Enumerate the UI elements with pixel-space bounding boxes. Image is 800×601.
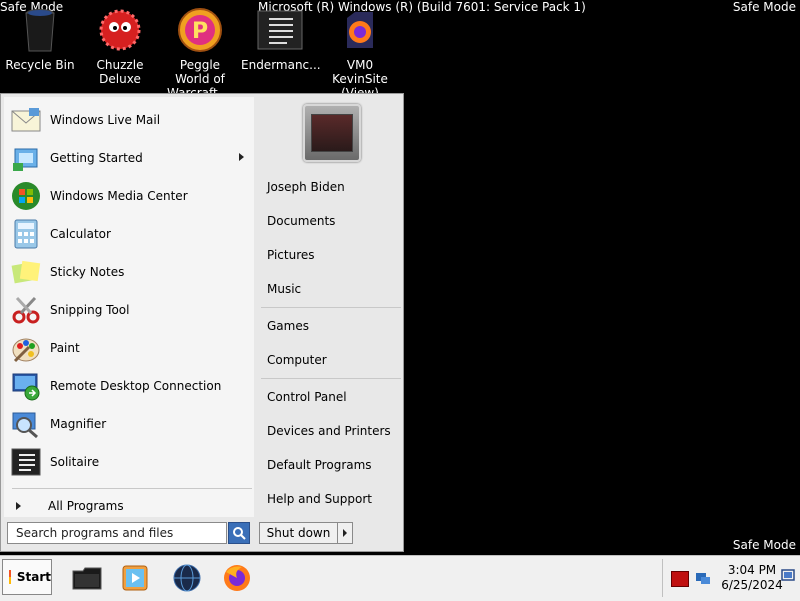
menu-item-help-support[interactable]: Help and Support (267, 489, 372, 509)
program-windows-media-center[interactable]: Windows Media Center (10, 179, 250, 213)
menu-item-default-programs[interactable]: Default Programs (267, 455, 372, 475)
program-label: Solitaire (50, 455, 100, 469)
shutdown-label: Shut down (266, 526, 331, 540)
desktop-icon-label: Recycle Bin (5, 58, 75, 72)
divider (261, 307, 401, 308)
magnifier-icon (10, 408, 42, 440)
user-avatar[interactable] (303, 104, 361, 162)
program-label: Getting Started (50, 151, 143, 165)
sticky-notes-icon (10, 256, 42, 288)
program-label: Windows Live Mail (50, 113, 161, 127)
menu-item-pictures[interactable]: Pictures (267, 245, 315, 265)
system-tray: 3:04 PM 6/25/2024 (662, 559, 799, 597)
taskbar-app-firefox[interactable] (220, 561, 254, 595)
menu-item-documents[interactable]: Documents (267, 211, 335, 231)
desktop-icon-chuzzle[interactable]: Chuzzle Deluxe (81, 6, 159, 86)
paint-icon (10, 332, 42, 364)
svg-text:P: P (192, 19, 208, 44)
shutdown-options-button[interactable] (337, 523, 352, 543)
program-sticky-notes[interactable]: Sticky Notes (10, 255, 250, 289)
show-desktop-icon[interactable] (781, 569, 797, 583)
desktop-icon-label: Endermanc... (241, 58, 321, 72)
document-icon (256, 6, 304, 54)
program-label: Snipping Tool (50, 303, 130, 317)
program-label: Calculator (50, 227, 111, 241)
network-icon[interactable] (695, 571, 711, 585)
program-calculator[interactable]: Calculator (10, 217, 250, 251)
program-label: Magnifier (50, 417, 107, 431)
program-label: Sticky Notes (50, 265, 125, 279)
arrow-right-icon (343, 529, 347, 537)
media-center-icon (10, 180, 42, 212)
scissors-icon (10, 294, 42, 326)
menu-item-devices-printers[interactable]: Devices and Printers (267, 421, 391, 441)
peggle-icon: P (176, 6, 224, 54)
getting-started-icon (10, 142, 42, 174)
taskbar-app-media-player[interactable] (118, 561, 152, 595)
submenu-arrow-icon (239, 153, 244, 161)
search-icon (233, 527, 246, 540)
firefox-icon (336, 6, 384, 54)
program-getting-started[interactable]: Getting Started (10, 141, 250, 175)
desktop-icon-peggle[interactable]: P Peggle World of Warcraft ... (161, 6, 239, 100)
mail-icon (10, 104, 42, 136)
arrow-right-icon (16, 502, 21, 510)
shutdown-button[interactable]: Shut down (259, 522, 353, 544)
menu-item-control-panel[interactable]: Control Panel (267, 387, 347, 407)
program-paint[interactable]: Paint (10, 331, 250, 365)
calculator-icon (10, 218, 42, 250)
action-center-icon[interactable] (671, 571, 689, 587)
safe-mode-label-bottom-right: Safe Mode (732, 538, 796, 552)
program-snipping-tool[interactable]: Snipping Tool (10, 293, 250, 327)
program-solitaire[interactable]: Solitaire (10, 445, 250, 479)
search-button[interactable] (228, 522, 250, 544)
chuzzle-icon (96, 6, 144, 54)
start-button[interactable]: Start (2, 559, 52, 595)
recycle-bin-icon (16, 6, 64, 54)
safe-mode-label-top-right: Safe Mode (732, 0, 796, 14)
folder-icon (72, 567, 102, 590)
program-remote-desktop[interactable]: Remote Desktop Connection (10, 369, 250, 403)
firefox-icon (224, 565, 250, 591)
start-label: Start (16, 570, 51, 584)
menu-item-games[interactable]: Games (267, 316, 309, 336)
program-windows-live-mail[interactable]: Windows Live Mail (10, 103, 250, 137)
divider (12, 488, 252, 489)
search-placeholder: Search programs and files (16, 526, 174, 540)
clock[interactable]: 3:04 PM 6/25/2024 (721, 563, 783, 593)
start-menu-programs-pane: Windows Live Mail Getting Started Window… (4, 97, 254, 517)
taskbar-app-globe[interactable] (170, 561, 204, 595)
start-menu-places-pane: Joseph Biden Documents Pictures Music Ga… (257, 97, 401, 517)
program-magnifier[interactable]: Magnifier (10, 407, 250, 441)
taskbar: Start 3:04 PM 6/25/2024 (0, 555, 800, 601)
remote-desktop-icon (10, 370, 42, 402)
menu-item-user[interactable]: Joseph Biden (267, 177, 345, 197)
desktop-icon-endermanc[interactable]: Endermanc... (241, 6, 321, 72)
program-label: Paint (50, 341, 80, 355)
menu-item-computer[interactable]: Computer (267, 350, 327, 370)
divider (261, 378, 401, 379)
desktop-icon-label: Chuzzle Deluxe (96, 58, 144, 86)
clock-date: 6/25/2024 (721, 578, 783, 592)
media-player-icon (122, 565, 148, 591)
desktop-icon-vm0-kevinsite[interactable]: VM0 KevinSite (View) (321, 6, 399, 100)
program-label: Remote Desktop Connection (50, 379, 222, 393)
taskbar-app-explorer[interactable] (70, 561, 104, 595)
menu-item-music[interactable]: Music (267, 279, 301, 299)
globe-icon (173, 564, 201, 592)
program-label: Windows Media Center (50, 189, 188, 203)
search-input[interactable]: Search programs and files (7, 522, 227, 544)
start-menu: Windows Live Mail Getting Started Window… (0, 93, 404, 552)
clock-time: 3:04 PM (727, 563, 777, 577)
solitaire-icon (10, 446, 42, 478)
all-programs-button[interactable]: All Programs (12, 495, 252, 517)
windows-logo-icon (9, 570, 11, 584)
desktop-icon-recycle-bin[interactable]: Recycle Bin (1, 6, 79, 72)
all-programs-label: All Programs (48, 499, 124, 513)
